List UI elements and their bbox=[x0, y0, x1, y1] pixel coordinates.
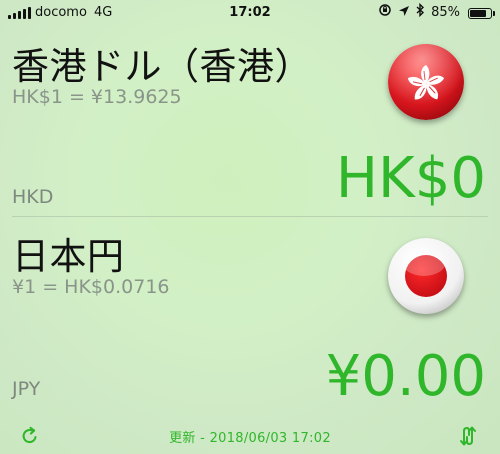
currency-code: HKD bbox=[12, 186, 54, 208]
amount-display[interactable]: HK$0 bbox=[336, 146, 486, 211]
currency-code: JPY bbox=[12, 378, 41, 400]
swap-icon bbox=[460, 426, 476, 446]
orientation-lock-icon bbox=[378, 0, 392, 26]
swap-currencies-button[interactable] bbox=[454, 422, 482, 450]
exchange-rate: HK$1 = ¥13.9625 bbox=[12, 86, 182, 108]
battery-level bbox=[470, 9, 486, 17]
currency-panel-hkd[interactable]: 香港ドル（香港） HK$1 = ¥13.9625 HKD HK$0 bbox=[0, 28, 500, 216]
exchange-rate: ¥1 = HK$0.0716 bbox=[12, 276, 170, 298]
status-icons: 85% bbox=[378, 0, 495, 26]
last-updated-text: 更新 - 2018/06/03 17:02 bbox=[169, 431, 331, 446]
location-arrow-icon bbox=[398, 0, 410, 26]
status-bar: docomo 4G 17:02 85% bbox=[0, 0, 500, 26]
bottom-toolbar: 更新 - 2018/06/03 17:02 bbox=[0, 418, 500, 454]
battery-percentage: 85% bbox=[431, 5, 460, 20]
japan-flag-icon[interactable] bbox=[388, 238, 464, 314]
currency-panel-jpy[interactable]: 日本円 ¥1 = HK$0.0716 JPY ¥0.00 bbox=[0, 218, 500, 412]
hong-kong-flag-icon[interactable] bbox=[388, 44, 464, 120]
currency-name: 日本円 bbox=[12, 235, 125, 278]
battery-icon bbox=[468, 7, 495, 19]
amount-display[interactable]: ¥0.00 bbox=[326, 344, 486, 409]
divider bbox=[12, 216, 488, 217]
bluetooth-icon bbox=[416, 0, 425, 26]
currency-name: 香港ドル（香港） bbox=[12, 45, 312, 88]
